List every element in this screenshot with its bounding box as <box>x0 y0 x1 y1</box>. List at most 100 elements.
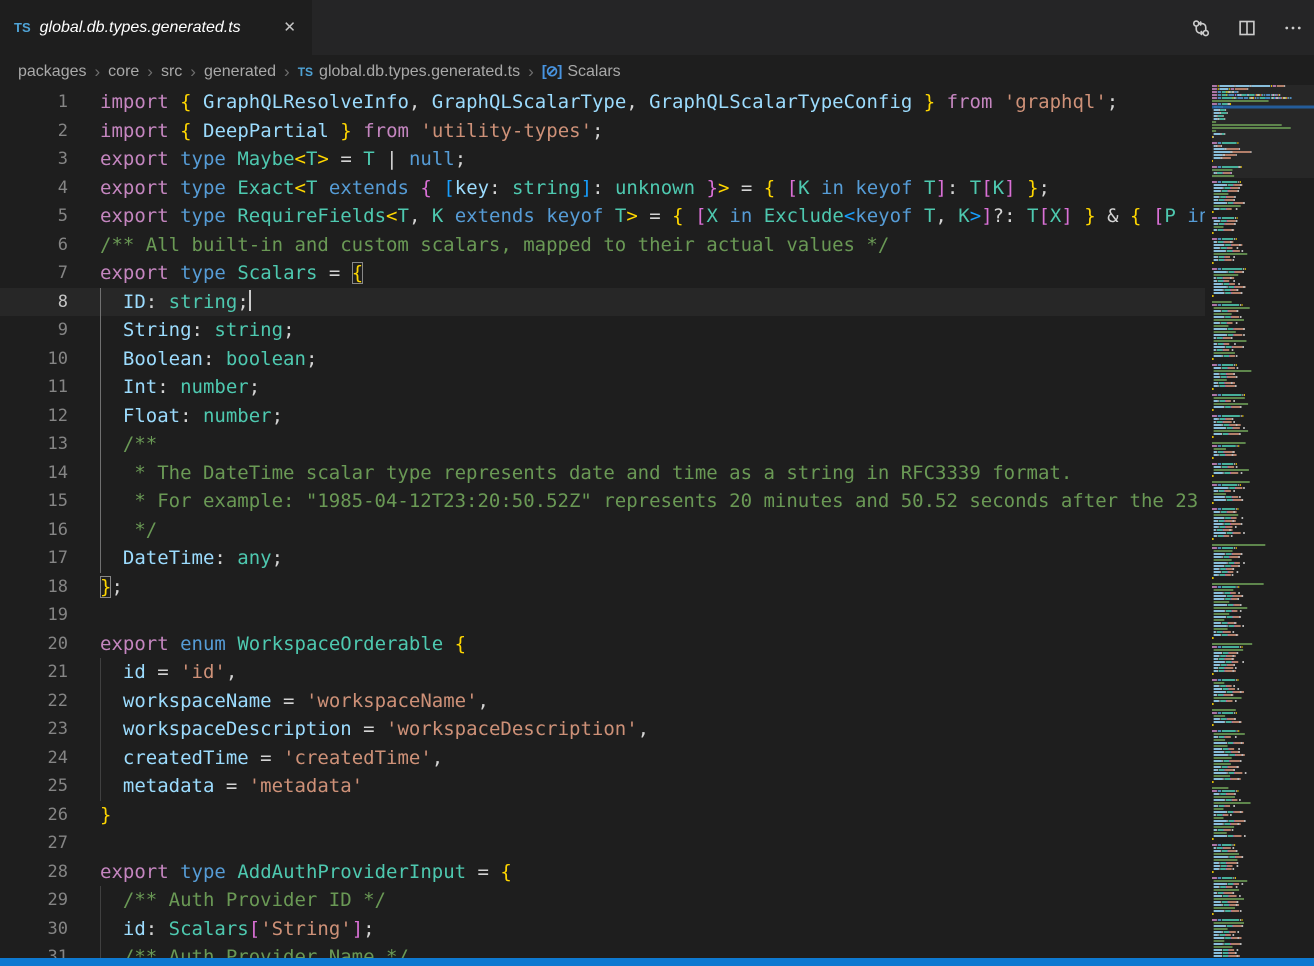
code-line-4[interactable]: 4 export type Exact<T extends { [key: str… <box>0 174 1205 203</box>
code-line-7[interactable]: 7 export type Scalars = { <box>0 259 1205 288</box>
breadcrumb-item-scalars[interactable]: [⊘]Scalars <box>542 62 621 81</box>
code-line-29[interactable]: 29 /** Auth Provider ID */ <box>0 886 1205 915</box>
code-line-12[interactable]: 12 Float: number; <box>0 402 1205 431</box>
code-text: /** All built-in and custom scalars, map… <box>100 231 889 260</box>
code-text: export type Scalars = { <box>100 259 363 288</box>
line-number[interactable]: 20 <box>0 630 68 659</box>
open-changes-icon[interactable] <box>1190 17 1212 39</box>
breadcrumb-item-src[interactable]: src <box>161 63 182 81</box>
code-line-14[interactable]: 14 * The DateTime scalar type represents… <box>0 459 1205 488</box>
line-number[interactable]: 9 <box>0 316 68 345</box>
text-cursor <box>249 290 251 311</box>
code-text: String: string; <box>100 316 295 345</box>
code-line-11[interactable]: 11 Int: number; <box>0 373 1205 402</box>
line-number[interactable]: 25 <box>0 772 68 801</box>
tab-global-db-types-generated-ts[interactable]: TS global.db.types.generated.ts ✕ <box>0 0 312 55</box>
line-number[interactable]: 18 <box>0 573 68 602</box>
line-number[interactable]: 27 <box>0 829 68 858</box>
status-bar <box>0 958 1314 966</box>
code-line-31[interactable]: 31 /** Auth Provider Name */ <box>0 943 1205 958</box>
code-text: /** Auth Provider ID */ <box>100 886 386 915</box>
breadcrumb-separator: › <box>528 62 534 82</box>
code-line-1[interactable]: 1import { GraphQLResolveInfo, GraphQLSca… <box>0 88 1205 117</box>
code-line-15[interactable]: 15 * For example: "1985-04-12T23:20:50.5… <box>0 487 1205 516</box>
line-number[interactable]: 30 <box>0 915 68 944</box>
breadcrumb: packages›core›src›generated›TSglobal.db.… <box>0 55 1314 88</box>
breadcrumb-separator: › <box>95 62 101 82</box>
code-text: * The DateTime scalar type represents da… <box>100 459 1072 488</box>
line-number[interactable]: 5 <box>0 202 68 231</box>
code-line-26[interactable]: 26} <box>0 801 1205 830</box>
breadcrumb-item-packages[interactable]: packages <box>18 63 87 81</box>
line-number[interactable]: 16 <box>0 516 68 545</box>
line-number[interactable]: 12 <box>0 402 68 431</box>
code-text: workspaceDescription = 'workspaceDescrip… <box>100 715 649 744</box>
line-number[interactable]: 1 <box>0 88 68 117</box>
line-number[interactable]: 31 <box>0 943 68 958</box>
line-number[interactable]: 2 <box>0 117 68 146</box>
line-number[interactable]: 29 <box>0 886 68 915</box>
code-text: Int: number; <box>100 373 260 402</box>
code-text: export type RequireFields<T, K extends k… <box>100 202 1205 231</box>
code-text: export type Exact<T extends { [key: stri… <box>100 174 1050 203</box>
breadcrumb-item-global-db-types-generated-ts[interactable]: TSglobal.db.types.generated.ts <box>298 63 520 81</box>
line-number[interactable]: 17 <box>0 544 68 573</box>
code-line-30[interactable]: 30 id: Scalars['String']; <box>0 915 1205 944</box>
code-line-2[interactable]: 2import { DeepPartial } from 'utility-ty… <box>0 117 1205 146</box>
line-number[interactable]: 11 <box>0 373 68 402</box>
close-icon[interactable]: ✕ <box>279 18 300 37</box>
line-number[interactable]: 14 <box>0 459 68 488</box>
line-number[interactable]: 4 <box>0 174 68 203</box>
breadcrumb-item-core[interactable]: core <box>108 63 139 81</box>
code-line-16[interactable]: 16 */ <box>0 516 1205 545</box>
code-line-28[interactable]: 28 export type AddAuthProviderInput = { <box>0 858 1205 887</box>
code-line-5[interactable]: 5 export type RequireFields<T, K extends … <box>0 202 1205 231</box>
line-number[interactable]: 19 <box>0 601 68 630</box>
code-line-13[interactable]: 13 /** <box>0 430 1205 459</box>
code-line-8[interactable]: 8 ID: string; <box>0 288 1205 317</box>
typescript-file-icon: TS <box>14 20 31 35</box>
more-actions-icon[interactable] <box>1282 17 1304 39</box>
line-number[interactable]: 8 <box>0 288 68 317</box>
code-text: id = 'id', <box>100 658 237 687</box>
line-number[interactable]: 21 <box>0 658 68 687</box>
code-line-18[interactable]: 18}; <box>0 573 1205 602</box>
code-line-9[interactable]: 9 String: string; <box>0 316 1205 345</box>
breadcrumb-item-generated[interactable]: generated <box>204 63 276 81</box>
line-number[interactable]: 28 <box>0 858 68 887</box>
code-line-6[interactable]: 6 /** All built-in and custom scalars, ma… <box>0 231 1205 260</box>
line-number[interactable]: 7 <box>0 259 68 288</box>
code-line-25[interactable]: 25 metadata = 'metadata' <box>0 772 1205 801</box>
code-line-3[interactable]: 3 export type Maybe<T> = T | null; <box>0 145 1205 174</box>
code-text: metadata = 'metadata' <box>100 772 363 801</box>
code-line-21[interactable]: 21 id = 'id', <box>0 658 1205 687</box>
line-number[interactable]: 23 <box>0 715 68 744</box>
breadcrumb-separator: › <box>284 62 290 82</box>
tab-title: global.db.types.generated.ts <box>40 19 241 37</box>
code-line-27[interactable]: 27 <box>0 829 1205 858</box>
code-text: createdTime = 'createdTime', <box>100 744 443 773</box>
code-line-19[interactable]: 19 <box>0 601 1205 630</box>
line-number[interactable]: 6 <box>0 231 68 260</box>
line-number[interactable]: 13 <box>0 430 68 459</box>
line-number[interactable]: 10 <box>0 345 68 374</box>
minimap[interactable] <box>1212 85 1314 958</box>
code-text: id: Scalars['String']; <box>100 915 375 944</box>
code-line-24[interactable]: 24 createdTime = 'createdTime', <box>0 744 1205 773</box>
line-number[interactable]: 15 <box>0 487 68 516</box>
code-line-23[interactable]: 23 workspaceDescription = 'workspaceDesc… <box>0 715 1205 744</box>
line-number[interactable]: 3 <box>0 145 68 174</box>
code-line-20[interactable]: 20export enum WorkspaceOrderable { <box>0 630 1205 659</box>
code-line-10[interactable]: 10 Boolean: boolean; <box>0 345 1205 374</box>
code-editor[interactable]: 1import { GraphQLResolveInfo, GraphQLSca… <box>0 88 1205 958</box>
split-editor-icon[interactable] <box>1236 17 1258 39</box>
code-text: export type Maybe<T> = T | null; <box>100 145 466 174</box>
symbol-type-icon: [⊘] <box>542 63 562 80</box>
line-number[interactable]: 22 <box>0 687 68 716</box>
code-line-17[interactable]: 17 DateTime: any; <box>0 544 1205 573</box>
code-text: Boolean: boolean; <box>100 345 317 374</box>
code-text: export type AddAuthProviderInput = { <box>100 858 512 887</box>
line-number[interactable]: 24 <box>0 744 68 773</box>
line-number[interactable]: 26 <box>0 801 68 830</box>
code-line-22[interactable]: 22 workspaceName = 'workspaceName', <box>0 687 1205 716</box>
